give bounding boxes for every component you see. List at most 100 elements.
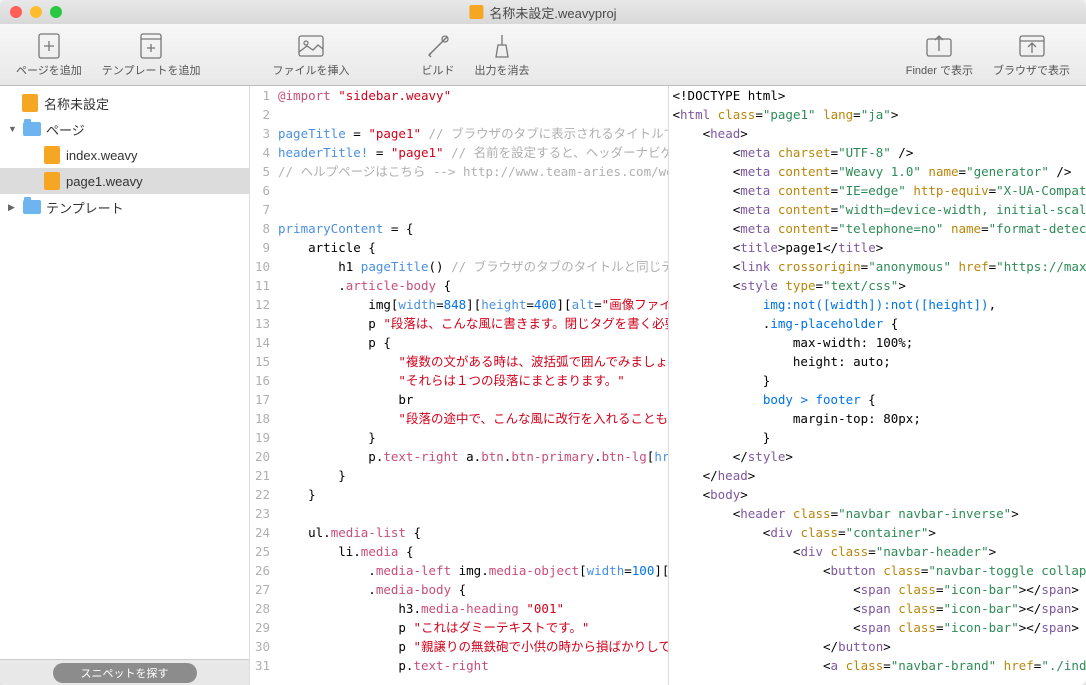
code-line[interactable]: <span class="icon-bar"></span> xyxy=(669,599,1086,618)
code-line[interactable]: 27 .media-body { xyxy=(250,580,668,599)
code-line[interactable]: 1@import "sidebar.weavy" xyxy=(250,86,668,105)
code-line[interactable]: 24 ul.media-list { xyxy=(250,523,668,542)
zoom-button[interactable] xyxy=(50,6,62,18)
code-line[interactable]: 18 "段落の途中で、こんな風に改行を入れることもで xyxy=(250,409,668,428)
folder-icon xyxy=(23,122,41,136)
code-line[interactable]: 26 .media-left img.media-object[width=10… xyxy=(250,561,668,580)
code-line[interactable]: <style type="text/css"> xyxy=(669,276,1086,295)
code-line[interactable]: <head> xyxy=(669,124,1086,143)
project-icon xyxy=(22,94,38,112)
code-line[interactable]: <a class="navbar-brand" href="./index xyxy=(669,656,1086,675)
code-line[interactable]: </button> xyxy=(669,637,1086,656)
code-line[interactable]: margin-top: 80px; xyxy=(669,409,1086,428)
code-line[interactable]: <html class="page1" lang="ja"> xyxy=(669,105,1086,124)
code-line[interactable]: <button class="navbar-toggle collapse xyxy=(669,561,1086,580)
code-line[interactable]: 19 } xyxy=(250,428,668,447)
tool-label: ファイルを挿入 xyxy=(272,62,349,78)
code-line[interactable]: 14 p { xyxy=(250,333,668,352)
folder-icon xyxy=(23,200,41,214)
code-line[interactable]: img:not([width]):not([height]), xyxy=(669,295,1086,314)
editors: 1@import "sidebar.weavy"23pageTitle = "p… xyxy=(250,86,1086,685)
code-line[interactable]: body > footer { xyxy=(669,390,1086,409)
code-line[interactable]: <link crossorigin="anonymous" href="http… xyxy=(669,257,1086,276)
code-line[interactable]: <meta content="telephone=no" name="forma… xyxy=(669,219,1086,238)
code-line[interactable]: 31 p.text-right xyxy=(250,656,668,675)
code-line[interactable]: 4headerTitle! = "page1" // 名前を設定すると、ヘッダー… xyxy=(250,143,668,162)
code-line[interactable]: <!DOCTYPE html> xyxy=(669,86,1086,105)
window-title: 名称未設定.weavyproj xyxy=(469,3,616,22)
code-line[interactable]: <div class="container"> xyxy=(669,523,1086,542)
code-line[interactable]: 12 img[width=848][height=400][alt="画像ファイ xyxy=(250,295,668,314)
output-preview[interactable]: <!DOCTYPE html><html class="page1" lang=… xyxy=(669,86,1086,685)
code-line[interactable]: } xyxy=(669,428,1086,447)
code-line[interactable]: 6 xyxy=(250,181,668,200)
code-line[interactable]: 17 br xyxy=(250,390,668,409)
browser-icon xyxy=(1018,32,1046,60)
insert-file-button[interactable]: ファイルを挿入 xyxy=(266,28,355,82)
code-line[interactable]: 5// ヘルプページはこちら --> http://www.team-aries… xyxy=(250,162,668,181)
tool-label: ブラウザで表示 xyxy=(993,62,1070,78)
code-line[interactable]: max-width: 100%; xyxy=(669,333,1086,352)
code-line[interactable]: 20 p.text-right a.btn.btn-primary.btn-lg… xyxy=(250,447,668,466)
template-plus-icon xyxy=(137,32,165,60)
code-line[interactable]: 9 article { xyxy=(250,238,668,257)
code-line[interactable]: 30 p "親譲りの無鉄砲で小供の時から損ばかりしてい xyxy=(250,637,668,656)
code-line[interactable]: <meta content="IE=edge" http-equiv="X-UA… xyxy=(669,181,1086,200)
code-line[interactable]: 25 li.media { xyxy=(250,542,668,561)
code-line[interactable]: <div class="navbar-header"> xyxy=(669,542,1086,561)
code-line[interactable]: 29 p "これはダミーテキストです。" xyxy=(250,618,668,637)
disclosure-triangle-icon[interactable]: ▶ xyxy=(8,202,18,213)
minimize-button[interactable] xyxy=(30,6,42,18)
code-line[interactable]: <meta content="width=device-width, initi… xyxy=(669,200,1086,219)
code-line[interactable]: <span class="icon-bar"></span> xyxy=(669,580,1086,599)
code-line[interactable]: } xyxy=(669,371,1086,390)
code-line[interactable]: height: auto; xyxy=(669,352,1086,371)
code-line[interactable]: 15 "複数の文がある時は、波括弧で囲んでみましょう xyxy=(250,352,668,371)
code-line[interactable]: 8primaryContent = { xyxy=(250,219,668,238)
code-line[interactable]: 23 xyxy=(250,504,668,523)
find-snippet-button[interactable]: スニペットを探す xyxy=(53,663,197,683)
code-line[interactable]: 7 xyxy=(250,200,668,219)
toolbar: ページを追加 テンプレートを追加 ファイルを挿入 ビルド xyxy=(0,24,1086,86)
brush-icon xyxy=(488,32,516,60)
tree-folder-pages[interactable]: ▼ ページ xyxy=(0,116,249,142)
tree-root[interactable]: 名称未設定 xyxy=(0,90,249,116)
code-line[interactable]: 28 h3.media-heading "001" xyxy=(250,599,668,618)
code-line[interactable]: 2 xyxy=(250,105,668,124)
code-line[interactable]: 22 } xyxy=(250,485,668,504)
tree-file-index[interactable]: index.weavy xyxy=(0,142,249,168)
code-line[interactable]: <meta charset="UTF-8" /> xyxy=(669,143,1086,162)
code-line[interactable]: <meta content="Weavy 1.0" name="generato… xyxy=(669,162,1086,181)
code-line[interactable]: </head> xyxy=(669,466,1086,485)
tool-label: ページを追加 xyxy=(16,62,82,78)
code-line[interactable]: 16 "それらは１つの段落にまとまります。" xyxy=(250,371,668,390)
code-line[interactable]: 11 .article-body { xyxy=(250,276,668,295)
source-editor[interactable]: 1@import "sidebar.weavy"23pageTitle = "p… xyxy=(250,86,669,685)
code-line[interactable]: <title>page1</title> xyxy=(669,238,1086,257)
code-line[interactable]: <body> xyxy=(669,485,1086,504)
show-browser-button[interactable]: ブラウザで表示 xyxy=(987,28,1076,82)
show-finder-button[interactable]: Finder で表示 xyxy=(900,28,979,82)
content-area: 名称未設定 ▼ ページ index.weavy page1.weavy ▶ xyxy=(0,86,1086,685)
close-button[interactable] xyxy=(10,6,22,18)
add-template-button[interactable]: テンプレートを追加 xyxy=(96,28,207,82)
build-button[interactable]: ビルド xyxy=(415,28,460,82)
clear-output-button[interactable]: 出力を消去 xyxy=(468,28,535,82)
disclosure-triangle-icon[interactable]: ▼ xyxy=(8,124,18,134)
file-tree[interactable]: 名称未設定 ▼ ページ index.weavy page1.weavy ▶ xyxy=(0,86,249,659)
code-line[interactable]: .img-placeholder { xyxy=(669,314,1086,333)
titlebar[interactable]: 名称未設定.weavyproj xyxy=(0,0,1086,24)
tree-file-page1[interactable]: page1.weavy xyxy=(0,168,249,194)
tree-folder-templates[interactable]: ▶ テンプレート xyxy=(0,194,249,220)
code-line[interactable]: 21 } xyxy=(250,466,668,485)
window-controls xyxy=(10,6,62,18)
tool-label: ビルド xyxy=(421,62,454,78)
code-line[interactable]: 10 h1 pageTitle() // ブラウザのタブのタイトルと同じテ xyxy=(250,257,668,276)
tree-label: index.weavy xyxy=(66,148,138,163)
code-line[interactable]: <span class="icon-bar"></span> xyxy=(669,618,1086,637)
code-line[interactable]: 13 p "段落は、こんな風に書きます。閉じタグを書く必要 xyxy=(250,314,668,333)
add-page-button[interactable]: ページを追加 xyxy=(10,28,88,82)
code-line[interactable]: </style> xyxy=(669,447,1086,466)
code-line[interactable]: 3pageTitle = "page1" // ブラウザのタブに表示されるタイト… xyxy=(250,124,668,143)
code-line[interactable]: <header class="navbar navbar-inverse"> xyxy=(669,504,1086,523)
